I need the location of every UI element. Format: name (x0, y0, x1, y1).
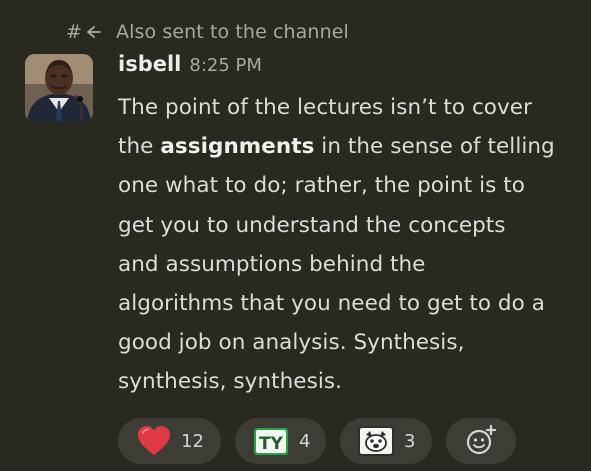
svg-text:#: # (66, 21, 82, 43)
reaction-heart-button[interactable]: 12 (118, 418, 221, 464)
reactions-bar: 12 TY 4 3 (118, 418, 516, 464)
bold-text: assignments (160, 134, 315, 160)
ty-icon-text: TY (259, 434, 284, 454)
message-text: get you to understand the concepts (118, 212, 506, 238)
ty-icon: TY (253, 423, 289, 459)
message-line: The point of the lectures isn’t to cover (118, 88, 573, 127)
message-body: The point of the lectures isn’t to cover… (118, 88, 573, 402)
message-text: algorithms that you need to get to do a (118, 291, 545, 317)
add-reaction-button[interactable] (446, 418, 516, 464)
dog-face-icon (358, 423, 394, 459)
reaction-dog-button[interactable]: 3 (340, 418, 432, 464)
reaction-ty-button[interactable]: TY 4 (235, 418, 326, 464)
message-text: one what to do; rather, the point is to (118, 173, 525, 199)
message-text: synthesis, synthesis. (118, 369, 342, 395)
channel-thread-icon: # (66, 21, 104, 43)
message-line: synthesis, synthesis. (118, 362, 573, 401)
message-text: in the sense of telling (314, 134, 555, 160)
message-text: good job on analysis. Synthesis, (118, 330, 465, 356)
add-reaction-icon (463, 423, 499, 459)
thread-context-text: Also sent to the channel (116, 21, 349, 43)
message-line: algorithms that you need to get to do a (118, 284, 573, 323)
message-text: The point of the lectures isn’t to cover (118, 95, 532, 120)
message-line: one what to do; rather, the point is to (118, 166, 573, 205)
thread-context: # Also sent to the channel (66, 18, 349, 46)
slack-message-screen: # Also sent to the channel isbell 8:25 P… (0, 0, 591, 471)
message-text: and assumptions behind the (118, 251, 426, 277)
reaction-count: 12 (181, 430, 204, 452)
reaction-count: 3 (404, 430, 416, 452)
message-line: and assumptions behind the (118, 245, 573, 284)
user-avatar[interactable] (25, 54, 93, 122)
message-text: the (118, 134, 161, 160)
message-line: good job on analysis. Synthesis, (118, 323, 573, 362)
message: isbell 8:25 PM The point of the lectures… (118, 52, 573, 402)
message-line: get you to understand the concepts (118, 206, 573, 245)
heart-icon (136, 423, 171, 459)
user-avatar-image (25, 54, 93, 122)
timestamp[interactable]: 8:25 PM (189, 55, 262, 76)
author-name[interactable]: isbell (118, 52, 181, 76)
reaction-count: 4 (299, 430, 311, 452)
message-line: the assignments in the sense of telling (118, 127, 573, 166)
message-meta: isbell 8:25 PM (118, 52, 573, 82)
